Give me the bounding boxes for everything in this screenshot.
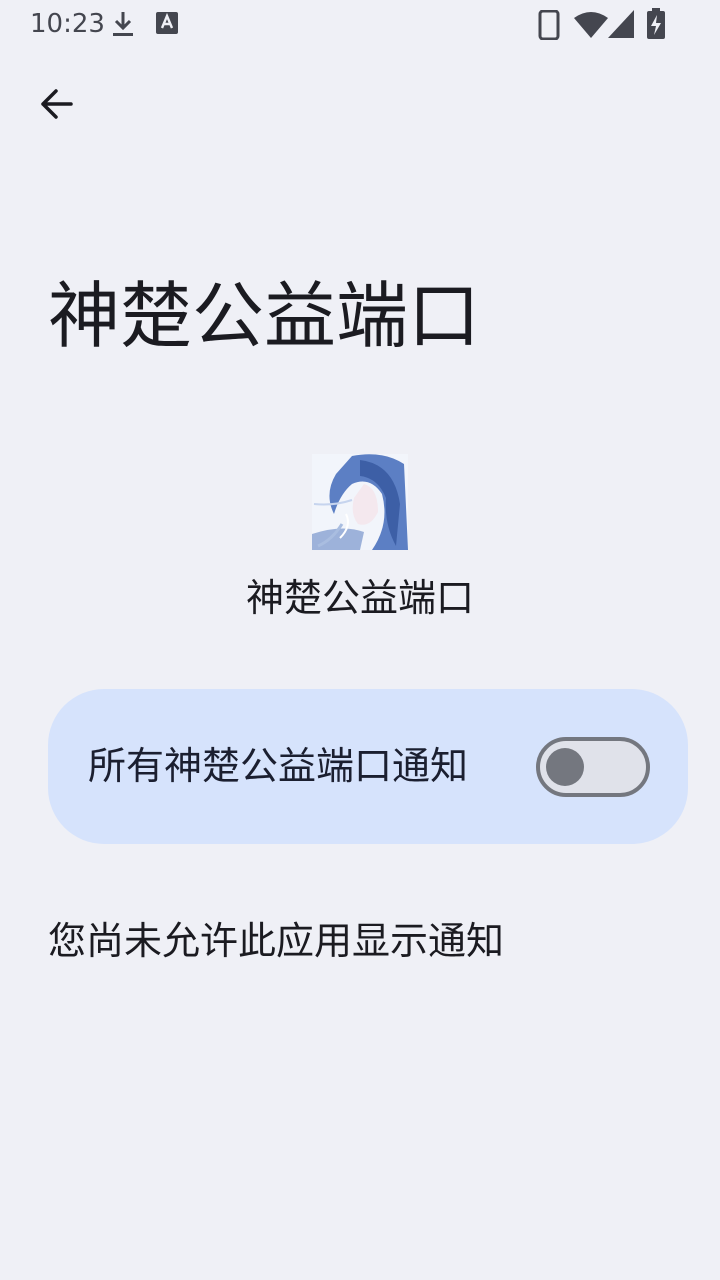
cell-signal-icon [608,10,634,38]
wifi-icon [574,12,608,38]
app-name: 神楚公益端口 [245,576,474,620]
arrow-back-icon [41,89,73,119]
app-notification-settings-screen: 10:23 神楚公益端口 神楚公益端口 所有神楚公益端口通知 您尚未允许此应用显… [0,0,720,1280]
status-bar: 10:23 [0,0,720,48]
toggle-label: 所有神楚公益端口通知 [88,744,469,788]
text-a-icon [156,12,178,34]
battery-charging-icon [647,8,665,39]
back-button[interactable] [28,80,84,128]
switch-thumb [546,748,584,786]
status-time: 10:23 [30,9,105,39]
notifications-switch[interactable] [536,737,650,797]
download-icon [113,12,133,36]
all-notifications-toggle-row[interactable]: 所有神楚公益端口通知 [48,689,688,844]
phone-icon [538,10,560,40]
notifications-disabled-notice: 您尚未允许此应用显示通知 [48,919,505,963]
page-title: 神楚公益端口 [48,274,481,358]
app-icon [312,454,408,550]
